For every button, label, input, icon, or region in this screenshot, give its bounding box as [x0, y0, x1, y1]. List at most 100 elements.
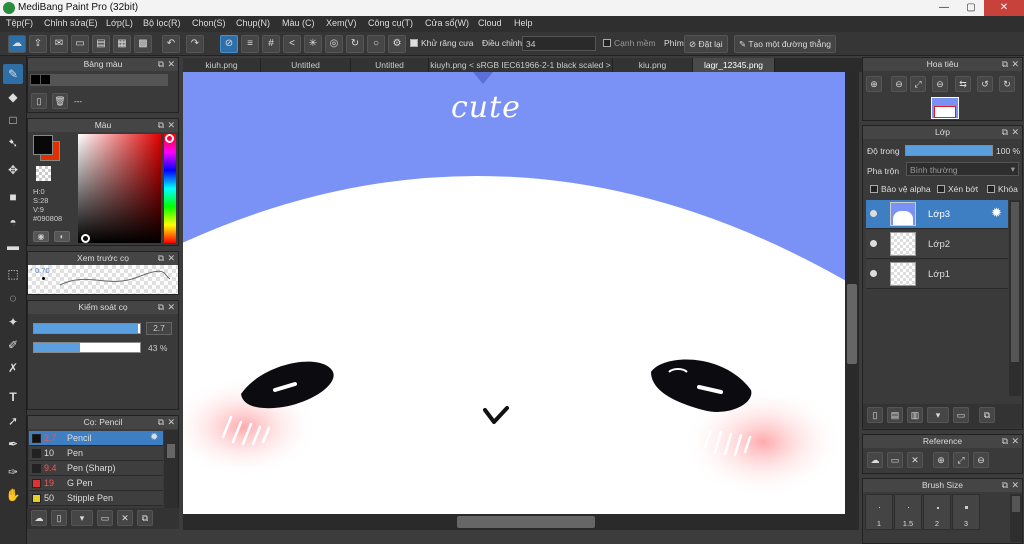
vanishing-snap-icon[interactable]: < — [283, 35, 301, 53]
fit-icon[interactable]: ⤢ — [910, 76, 926, 92]
undock-icon[interactable]: ⧉ — [158, 58, 164, 71]
menu-window[interactable]: Cửa sổ(W) — [425, 18, 469, 28]
magic-wand-icon[interactable]: ✦ — [3, 312, 23, 332]
menu-help[interactable]: Help — [514, 18, 533, 28]
menu-cloud[interactable]: Cloud — [478, 18, 502, 28]
grid-icon[interactable]: ▩ — [134, 35, 152, 53]
undock-icon[interactable]: ⧉ — [158, 252, 164, 265]
redo-icon[interactable]: ↷ — [186, 35, 204, 53]
zoom-in-icon[interactable]: ⊕ — [933, 452, 949, 468]
brush-folder-icon[interactable]: ▭ — [97, 510, 113, 526]
snap-off-icon[interactable]: ⊘ — [220, 35, 238, 53]
operation-tool-icon[interactable]: ➚ — [3, 411, 23, 431]
close-icon[interactable]: ✕ — [167, 301, 175, 314]
close-icon[interactable]: ✕ — [167, 416, 175, 429]
undock-icon[interactable]: ⧉ — [1002, 435, 1008, 448]
protect-alpha-checkbox[interactable]: Bảo vệ alpha — [870, 184, 931, 194]
layer-list-scrollbar[interactable] — [1009, 200, 1021, 396]
hue-slider-handle[interactable] — [165, 134, 174, 143]
eye-icon[interactable] — [870, 240, 877, 247]
menu-color[interactable]: Màu (C) — [282, 18, 315, 28]
close-reference-icon[interactable]: ✕ — [907, 452, 923, 468]
zoom-in-icon[interactable]: ⊕ — [866, 76, 882, 92]
move-tool-icon[interactable]: ✥ — [3, 160, 23, 180]
dot-tool-icon[interactable]: □ — [3, 110, 23, 130]
color-picker-icon[interactable]: ◉ — [33, 231, 49, 242]
blur-tool-icon[interactable]: ➷ — [3, 133, 23, 153]
copy-brush-icon[interactable]: ⧉ — [137, 510, 153, 526]
tab-document[interactable]: kiuh.png — [183, 58, 261, 72]
straight-line-button[interactable]: ✎ Tạo một đường thẳng — [734, 35, 836, 53]
brush-size-scroll-thumb[interactable] — [1012, 496, 1020, 512]
canvas-horizontal-scrollbar[interactable] — [183, 514, 859, 530]
page-icon[interactable]: ▤ — [92, 35, 110, 53]
menu-tools[interactable]: Công cụ(T) — [368, 18, 413, 28]
add-layer-menu-icon[interactable]: ▾ — [927, 407, 949, 423]
new-palette-icon[interactable]: ▯ — [31, 93, 47, 109]
close-icon[interactable]: ✕ — [1011, 479, 1019, 492]
drawing-canvas[interactable]: cute — [183, 72, 845, 514]
curve-snap-icon[interactable]: ↻ — [346, 35, 364, 53]
menu-snap[interactable]: Chụp(N) — [236, 18, 270, 28]
foreground-color-swatch[interactable] — [33, 135, 53, 155]
radial-snap-icon[interactable]: ✳ — [304, 35, 322, 53]
palette-swatch[interactable] — [41, 75, 50, 84]
reset-button[interactable]: ⊘ Đặt lại — [684, 35, 728, 53]
layer-list-scroll-thumb[interactable] — [1011, 202, 1019, 362]
brush-item[interactable]: 50 Stipple Pen — [29, 491, 163, 506]
navigator-preview[interactable] — [863, 96, 1022, 120]
share-icon[interactable]: ⇪ — [29, 35, 47, 53]
horizontal-scroll-thumb[interactable] — [457, 516, 595, 528]
layer-row[interactable]: Lớp1 — [866, 260, 1008, 289]
fit-icon[interactable]: ⤢ — [953, 452, 969, 468]
adjust-input[interactable]: 34 — [522, 36, 596, 51]
comment-icon[interactable]: ✉ — [50, 35, 68, 53]
brush-size-slider[interactable] — [33, 323, 141, 334]
color-mode-icon[interactable]: ◐ — [54, 231, 70, 242]
select-tool-icon[interactable]: ⬚ — [3, 264, 23, 284]
menu-filter[interactable]: Bộ lọc(R) — [143, 18, 181, 28]
menu-view[interactable]: Xem(V) — [326, 18, 357, 28]
menu-edit[interactable]: Chỉnh sửa(E) — [44, 18, 98, 28]
brush-size-value[interactable]: 2.7 — [146, 322, 172, 335]
brush-menu-icon[interactable]: ▾ — [71, 510, 93, 526]
saturation-value-picker[interactable] — [78, 134, 161, 243]
brush-opacity-slider[interactable] — [33, 342, 141, 353]
new-brush-icon[interactable]: ▯ — [51, 510, 67, 526]
new-halftone-layer-icon[interactable]: ▤ — [887, 407, 903, 423]
lock-checkbox[interactable]: Khóa — [987, 184, 1018, 194]
snap-settings-icon[interactable]: ⚙ — [388, 35, 406, 53]
undock-icon[interactable]: ⧉ — [158, 119, 164, 132]
brush-item[interactable]: 9.4 Pen (Sharp) — [29, 461, 163, 476]
antialias-checkbox[interactable]: Khử răng cưa — [410, 38, 474, 48]
zoom-out-icon[interactable]: ⊖ — [973, 452, 989, 468]
shape-tool-icon[interactable]: ■ — [3, 187, 23, 207]
tab-document-active[interactable]: lagr_12345.png — [693, 58, 775, 72]
layer-opacity-slider[interactable] — [905, 145, 993, 156]
brush-tool-icon[interactable]: ✎ — [3, 64, 23, 84]
tab-document[interactable]: Untitled — [261, 58, 351, 72]
hand-tool-icon[interactable]: ✋ — [3, 485, 23, 505]
brush-settings-icon[interactable]: ✹ — [150, 432, 158, 443]
panel-layout-icon[interactable]: ▦ — [113, 35, 131, 53]
select-eraser-icon[interactable]: ✗ — [3, 358, 23, 378]
delete-palette-icon[interactable]: 🗑 — [52, 93, 68, 109]
minimize-button[interactable]: — — [931, 0, 957, 16]
close-icon[interactable]: ✕ — [1011, 126, 1019, 139]
eyedropper-tool-icon[interactable]: ✑ — [3, 462, 23, 482]
maximize-button[interactable]: ▢ — [958, 0, 984, 16]
add-cloud-brush-icon[interactable]: ☁ — [31, 510, 47, 526]
brush-list-scroll-thumb[interactable] — [167, 444, 175, 458]
close-icon[interactable]: ✕ — [167, 58, 175, 71]
undock-icon[interactable]: ⧉ — [1002, 479, 1008, 492]
undo-icon[interactable]: ↶ — [162, 35, 180, 53]
brush-item[interactable]: 10 Pen — [29, 446, 163, 461]
tab-document[interactable]: kiu.png — [613, 58, 693, 72]
rotate-right-icon[interactable]: ↻ — [999, 76, 1015, 92]
text-tool-icon[interactable]: T — [3, 387, 23, 407]
close-icon[interactable]: ✕ — [1011, 58, 1019, 71]
cross-snap-icon[interactable]: # — [262, 35, 280, 53]
menu-layer[interactable]: Lớp(L) — [106, 18, 133, 28]
brush-item[interactable]: 2.7 Pencil ✹ — [29, 431, 163, 446]
brush-list-scrollbar[interactable] — [164, 430, 178, 508]
